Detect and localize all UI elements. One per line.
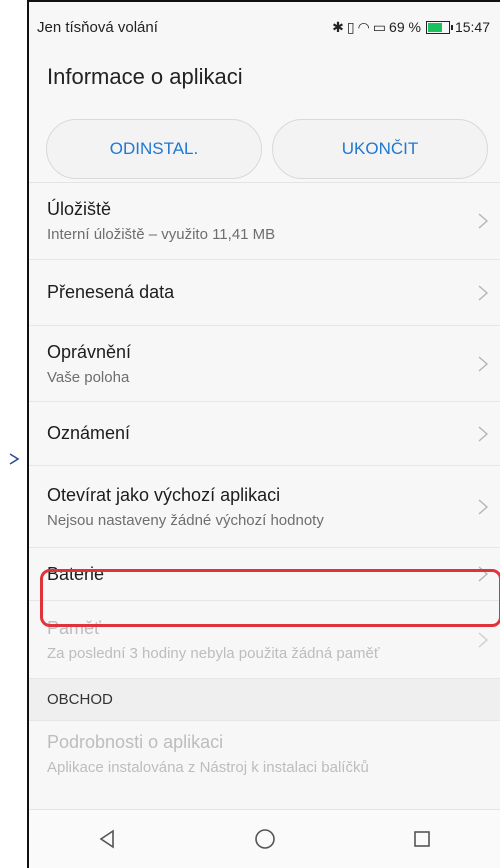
item-subtitle: Nejsou nastaveny žádné výchozí hodnoty [47,511,324,529]
item-subtitle: Za poslední 3 hodiny nebyla použita žádn… [47,644,380,662]
status-bar: Jen tísňová volání ✱ ▯ ◠ ▭ 69 % 15:47 [29,2,500,52]
sim-icon: ▭ [372,18,387,35]
item-subtitle: Interní úložiště – využito 11,41 MB [47,226,276,243]
memory-item: Paměť Za poslední 3 hodiny nebyla použit… [29,601,500,679]
item-title: Úložiště [47,199,112,219]
back-icon [99,829,114,849]
home-button[interactable] [247,821,283,857]
force-stop-button[interactable]: UKONČIT [272,119,488,179]
clock: 15:47 [454,19,490,35]
open-by-default-item[interactable]: Otevírat jako výchozí aplikaci Nejsou na… [29,466,500,548]
section-header-store: OBCHOD [29,679,500,721]
page-title: Informace o aplikaci [47,64,243,89]
item-subtitle: Vaše poloha [47,368,130,386]
storage-item[interactable]: Úložiště Interní úložiště – využito 11,4… [29,183,500,260]
permissions-item[interactable]: Oprávnění Vaše poloha [29,326,500,402]
battery-percent: 69 % [389,19,421,35]
item-title: Oprávnění [47,341,132,362]
bluetooth-icon: ✱ [332,18,344,35]
chevron-right-icon [478,566,489,582]
phone-screen: Jen tísňová volání ✱ ▯ ◠ ▭ 69 % 15:47 In… [27,0,500,868]
recents-icon [413,831,430,847]
navigation-bar [29,809,500,868]
item-title: Podrobnosti o aplikaci [47,732,224,752]
battery-icon [425,20,453,34]
battery-item[interactable]: Baterie [29,548,500,601]
chevron-right-icon [478,425,489,442]
app-details-item: Podrobnosti o aplikaci Aplikace instalov… [29,721,500,787]
chevron-right-icon [478,631,489,648]
vibrate-icon: ▯ [346,18,355,35]
wifi-icon: ◠ [357,18,370,35]
uninstall-button[interactable]: ODINSTAL. [46,119,262,179]
chevron-right-icon [478,498,489,515]
item-title: Baterie [47,563,105,584]
item-title: Přenesená data [47,282,175,302]
back-button[interactable] [90,821,126,857]
status-icons: ✱ ▯ ◠ ▭ 69 % 15:47 [332,19,490,36]
notifications-item[interactable]: Oznámení [29,402,500,466]
chevron-right-icon [478,284,489,301]
item-title: Oznámení [47,423,131,443]
carrier-text: Jen tísňová volání [37,18,158,36]
home-icon [254,829,275,849]
chevron-right-icon [478,213,489,229]
pointer-arrow-icon [9,453,20,465]
action-buttons: ODINSTAL. UKONČIT [29,102,500,183]
chevron-right-icon [478,355,489,372]
item-title: Otevírat jako výchozí aplikaci [47,484,281,505]
item-title: Paměť [47,617,101,638]
settings-list: Úložiště Interní úložiště – využito 11,4… [29,183,500,787]
item-subtitle: Aplikace instalována z Nástroj k instala… [47,759,369,776]
recents-button[interactable] [404,821,440,857]
app-bar: Informace o aplikaci [29,52,500,102]
data-usage-item[interactable]: Přenesená data [29,260,500,326]
